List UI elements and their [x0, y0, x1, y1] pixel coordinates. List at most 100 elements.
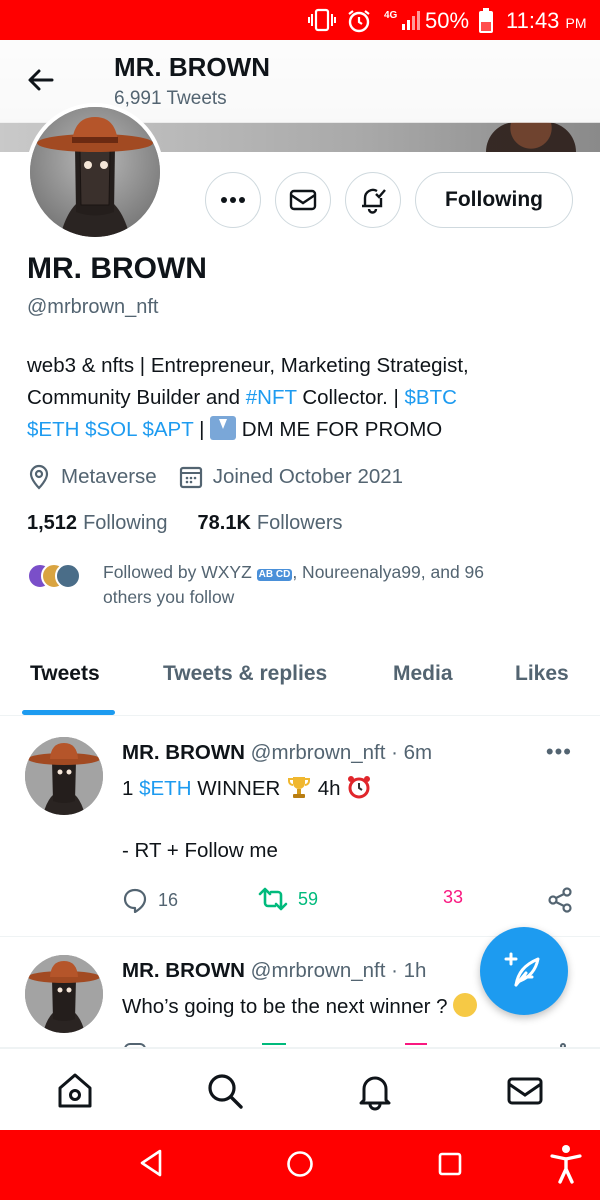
- profile-avatar[interactable]: [26, 103, 164, 241]
- thinking-emoji-icon: [453, 993, 478, 1017]
- bio-text: |: [193, 418, 211, 441]
- envelope-icon[interactable]: [505, 1071, 545, 1111]
- cashtag-link[interactable]: $BTC: [405, 386, 457, 409]
- back-triangle-icon[interactable]: [138, 1148, 164, 1183]
- profile-name: MR. BROWN: [27, 252, 207, 285]
- recents-square-icon[interactable]: [438, 1152, 462, 1181]
- battery-percent: 50%: [425, 8, 470, 33]
- alarm-clock-icon: [348, 776, 371, 799]
- arrow-left-icon[interactable]: [24, 63, 58, 97]
- header-title: MR. BROWN: [114, 52, 270, 82]
- tweet-header: MR. BROWN @mrbrown_nft · 1h: [122, 959, 426, 983]
- compose-tweet-button[interactable]: [480, 927, 568, 1015]
- avatar[interactable]: [25, 955, 103, 1033]
- bell-icon[interactable]: [355, 1071, 395, 1111]
- system-navigation-bar: [0, 1130, 600, 1200]
- message-button[interactable]: [275, 172, 331, 228]
- tweet[interactable]: MR. BROWN @mrbrown_nft · 6m ••• 1 $ETH W…: [0, 717, 600, 937]
- calendar-icon: [179, 466, 202, 489]
- home-icon[interactable]: [55, 1071, 95, 1111]
- tab-media[interactable]: Media: [393, 662, 453, 686]
- vibrate-icon: [308, 8, 336, 38]
- tab-likes[interactable]: Likes: [515, 662, 569, 686]
- search-icon[interactable]: [205, 1071, 245, 1111]
- retweet-icon: [258, 887, 288, 911]
- profile-location: Metaverse: [27, 464, 157, 490]
- following-label: Following: [83, 512, 168, 534]
- profile-handle: @mrbrown_nft: [27, 296, 159, 318]
- network-type: 4G: [384, 10, 398, 21]
- clock-time: 11:43: [506, 8, 560, 33]
- tab-tweets[interactable]: Tweets: [30, 662, 100, 686]
- location-text: Metaverse: [61, 465, 157, 488]
- tweet-meta: @mrbrown_nft · 6m: [244, 741, 433, 764]
- tweet-actions: 16 59 33: [122, 887, 577, 917]
- followed-by-line2: others you follow: [103, 587, 235, 607]
- signal-icon: 4G: [384, 10, 423, 30]
- more-options-button[interactable]: [205, 172, 261, 228]
- profile-bio: web3 & nfts | Entrepreneur, Marketing St…: [27, 350, 577, 446]
- share-icon: [548, 887, 572, 913]
- retweet-button[interactable]: 59: [258, 887, 318, 911]
- trophy-icon: [288, 777, 311, 798]
- tweet-actions-partial: [122, 1041, 577, 1047]
- tweet-text-part: - RT + Follow me: [122, 839, 278, 862]
- notifications-toggle-button[interactable]: [345, 172, 401, 228]
- reply-button[interactable]: 16: [122, 887, 178, 913]
- home-circle-icon[interactable]: [286, 1150, 314, 1183]
- active-tab-indicator: [22, 710, 115, 715]
- tweet-text-part: Who’s going to be the next winner ?: [122, 995, 448, 1018]
- inbox-tray-icon: [210, 416, 237, 440]
- tweet-text-part: WINNER: [191, 777, 287, 800]
- like-button[interactable]: 33: [409, 887, 463, 908]
- bottom-navigation: [0, 1048, 600, 1130]
- followed-by-suffix: , Noureenalya99, and 96: [292, 562, 484, 582]
- accessibility-icon[interactable]: [550, 1144, 582, 1189]
- retweet-count: 59: [298, 888, 319, 909]
- following-button[interactable]: Following: [415, 172, 573, 228]
- following-count: 1,512: [27, 512, 78, 534]
- tweet-header: MR. BROWN @mrbrown_nft · 6m: [122, 741, 432, 765]
- profile-tabs: Tweets Tweets & replies Media Likes: [0, 648, 600, 716]
- follow-stats: 1,512 Following 78.1K Followers: [27, 512, 373, 535]
- followers-count: 78.1K: [197, 512, 251, 534]
- alarm-icon: [346, 8, 372, 40]
- reply-count: 16: [158, 889, 179, 910]
- followed-by-text: Followed by WXYZ AB CD, Noureenalya99, a…: [103, 560, 543, 610]
- like-count: 33: [443, 887, 464, 907]
- banner-figure: [486, 122, 576, 152]
- bio-text: Community Builder and: [27, 386, 246, 409]
- tweet-author-name[interactable]: MR. BROWN: [122, 959, 245, 982]
- profile-meta: Metaverse Joined October 2021: [27, 462, 425, 492]
- cashtag-link[interactable]: $SOL: [85, 418, 137, 441]
- tweet-meta: @mrbrown_nft · 1h: [244, 959, 427, 982]
- tweet-text-part: 4h: [312, 777, 347, 800]
- following-stat[interactable]: 1,512 Following: [27, 512, 168, 535]
- abcd-badge: AB CD: [256, 569, 293, 581]
- joined-text: Joined October 2021: [212, 465, 404, 488]
- bio-text: Collector. |: [296, 386, 405, 409]
- reply-icon: [123, 888, 147, 913]
- status-bar: 4G 50% 11:43 PM: [0, 0, 600, 40]
- followed-by-prefix: Followed by WXYZ: [103, 562, 257, 582]
- tweet-text-part: 1: [122, 777, 140, 800]
- follower-avatars: [27, 563, 87, 591]
- header-tweet-count: 6,991 Tweets: [114, 88, 227, 109]
- tweet-text: 1 $ETH WINNER 4h - RT + Follow me: [122, 773, 572, 866]
- cashtag-link[interactable]: $APT: [142, 418, 193, 441]
- envelope-icon: [289, 189, 317, 211]
- avatar[interactable]: [25, 737, 103, 815]
- location-pin-icon: [29, 464, 49, 490]
- cashtag-link[interactable]: $ETH: [139, 777, 191, 800]
- cashtag-link[interactable]: $ETH: [27, 418, 79, 441]
- tweet-author-name[interactable]: MR. BROWN: [122, 741, 245, 764]
- tab-tweets-and-replies[interactable]: Tweets & replies: [163, 662, 327, 686]
- avatar: [55, 563, 81, 589]
- followers-stat[interactable]: 78.1K Followers: [198, 512, 343, 535]
- tweet-more-icon[interactable]: •••: [546, 739, 572, 765]
- profile-joined: Joined October 2021: [179, 465, 403, 489]
- share-button[interactable]: [547, 887, 583, 913]
- followers-label: Followers: [256, 512, 343, 534]
- bio-text: DM ME FOR PROMO: [236, 418, 443, 441]
- hashtag-link[interactable]: #NFT: [246, 386, 297, 409]
